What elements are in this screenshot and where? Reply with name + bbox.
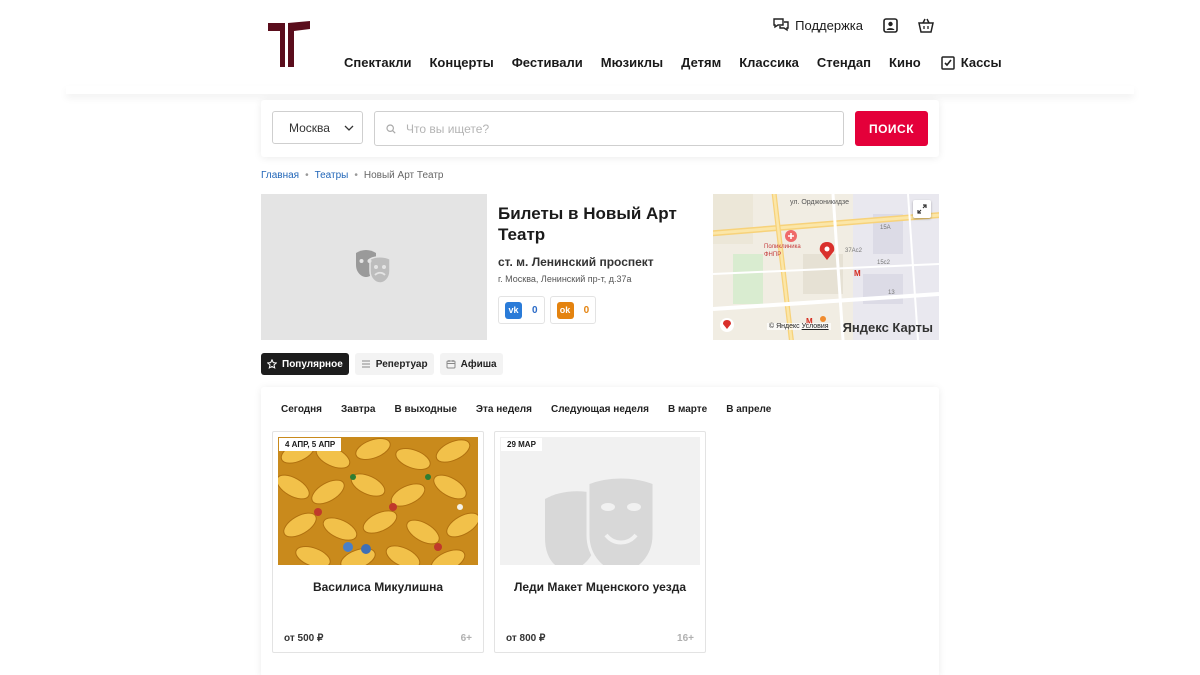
tab-popular-label: Популярное [282, 358, 343, 370]
nav-item-festivali[interactable]: Фестивали [512, 55, 583, 70]
vk-icon: vk [505, 301, 522, 319]
event-age-rating: 16+ [677, 633, 694, 644]
tab-afisha[interactable]: Афиша [439, 353, 503, 375]
support-label: Поддержка [795, 17, 863, 33]
cart-button[interactable] [917, 16, 935, 34]
event-image-golden-braids [278, 437, 478, 565]
star-icon [267, 359, 277, 369]
map-brand: Яндекс Карты [842, 320, 933, 335]
theatre-logo[interactable] [268, 21, 310, 67]
breadcrumb-current: Новый Арт Театр [363, 170, 444, 181]
search-input[interactable] [406, 121, 806, 136]
site-header: Поддержка Спектакли Концерты Фестивали М… [0, 0, 1200, 90]
nav-item-myuzikly[interactable]: Мюзиклы [601, 55, 663, 70]
search-field[interactable] [374, 111, 844, 146]
theatre-masks-icon [356, 250, 391, 284]
search-button[interactable]: ПОИСК [855, 111, 928, 146]
svg-text:37Ас2: 37Ас2 [845, 248, 863, 254]
venue-title: Билеты в Новый Арт Театр [498, 204, 677, 244]
map-tiles: M M 15А 15с2 37Ас2 13 [713, 194, 939, 340]
city-value: Москва [289, 120, 330, 135]
map-copyright-text: © Яндекс [769, 323, 800, 330]
event-date-badge: 4 АПР, 5 АПР [279, 438, 342, 451]
event-card[interactable]: 29 МАР Леди Макет Мценского уезда от 800… [494, 431, 706, 653]
top-links: Поддержка [773, 16, 935, 34]
map-street-label: ул. Орджоникидзе [790, 199, 850, 206]
map-copyright: © Яндекс Условия [767, 323, 831, 330]
event-age-rating: 6+ [460, 633, 472, 644]
calendar-icon [446, 360, 456, 369]
breadcrumb: Главная • Театры • Новый Арт Театр [261, 170, 443, 181]
tab-popular[interactable]: Популярное [261, 353, 349, 375]
nav-item-spektakli[interactable]: Спектакли [344, 55, 412, 70]
svg-text:15с2: 15с2 [877, 260, 891, 266]
support-link[interactable]: Поддержка [773, 18, 863, 33]
venue-map[interactable]: M M 15А 15с2 37Ас2 13 ул. Орджоникидзе П… [713, 194, 939, 340]
breadcrumb-separator: • [354, 170, 358, 181]
event-title[interactable]: Леди Макет Мценского уезда [495, 580, 705, 594]
date-filters: Сегодня Завтра В выходные Эта неделя Сле… [281, 404, 771, 415]
tab-repertoire-label: Репертуар [375, 358, 428, 370]
kassy-label: Кассы [960, 55, 1002, 70]
svg-text:13: 13 [888, 290, 895, 296]
basket-icon [918, 18, 934, 33]
svg-text:M: M [854, 269, 861, 278]
nav-item-kassy[interactable]: Кассы [941, 55, 1002, 70]
main-nav: Спектакли Концерты Фестивали Мюзиклы Дет… [344, 55, 1002, 70]
social-share: vk 0 ok 0 [498, 296, 597, 324]
tab-afisha-label: Афиша [460, 358, 497, 370]
venue-tabs: Популярное Репертуар Афиша [261, 353, 503, 375]
nav-item-klassika[interactable]: Классика [739, 55, 799, 70]
vk-count: 0 [532, 304, 538, 316]
account-button[interactable] [881, 16, 899, 34]
svg-text:15А: 15А [880, 225, 891, 231]
chevron-down-icon [344, 125, 354, 131]
theatre-masks-icon [500, 437, 700, 565]
checkbox-icon [941, 55, 955, 70]
city-select[interactable]: Москва [272, 111, 363, 144]
breadcrumb-home[interactable]: Главная [261, 170, 299, 181]
list-icon [361, 360, 370, 368]
event-price: от 800 ₽ [506, 633, 546, 644]
nav-item-detyam[interactable]: Детям [681, 55, 721, 70]
chat-icon [773, 17, 789, 31]
filter-tomorrow[interactable]: Завтра [341, 404, 375, 415]
filter-today[interactable]: Сегодня [281, 404, 322, 415]
event-price: от 500 ₽ [284, 633, 324, 644]
filter-april[interactable]: В апреле [726, 404, 771, 415]
header-divider [66, 86, 1134, 94]
tab-repertoire[interactable]: Репертуар [354, 353, 434, 375]
nav-item-stendap[interactable]: Стендап [817, 55, 871, 70]
search-icon [386, 123, 396, 134]
map-terms-link[interactable]: Условия [802, 323, 829, 330]
event-date-badge: 29 МАР [501, 438, 542, 451]
event-image-placeholder [500, 437, 700, 565]
events-panel: Сегодня Завтра В выходные Эта неделя Сле… [261, 387, 939, 675]
vk-share-button[interactable]: vk 0 [498, 296, 545, 324]
filter-this-week[interactable]: Эта неделя [476, 404, 532, 415]
user-icon [882, 17, 898, 33]
filter-next-week[interactable]: Следующая неделя [551, 404, 649, 415]
expand-icon [917, 204, 927, 214]
breadcrumb-theatres[interactable]: Театры [315, 170, 349, 181]
event-title[interactable]: Василиса Микулишна [273, 580, 483, 594]
ok-icon: ok [556, 301, 574, 319]
ok-count: 0 [583, 304, 590, 316]
event-card[interactable]: 4 АПР, 5 АПР Василиса Микулишна от 500 ₽… [272, 431, 484, 653]
golden-braids-illustration [278, 437, 478, 565]
map-poi-label: Поликлиника ФНПР [764, 244, 801, 258]
venue-address: г. Москва, Ленинский пр-т, д.37а [498, 274, 632, 284]
search-panel: Москва ПОИСК [261, 100, 939, 157]
venue-metro: ст. м. Ленинский проспект [498, 255, 654, 269]
nav-item-koncerty[interactable]: Концерты [430, 55, 494, 70]
map-expand-button[interactable] [913, 200, 931, 218]
nav-item-kino[interactable]: Кино [889, 55, 921, 70]
venue-image-placeholder [261, 194, 487, 340]
filter-weekend[interactable]: В выходные [394, 404, 456, 415]
filter-march[interactable]: В марте [668, 404, 707, 415]
ok-share-button[interactable]: ok 0 [549, 296, 597, 324]
breadcrumb-separator: • [305, 170, 309, 181]
